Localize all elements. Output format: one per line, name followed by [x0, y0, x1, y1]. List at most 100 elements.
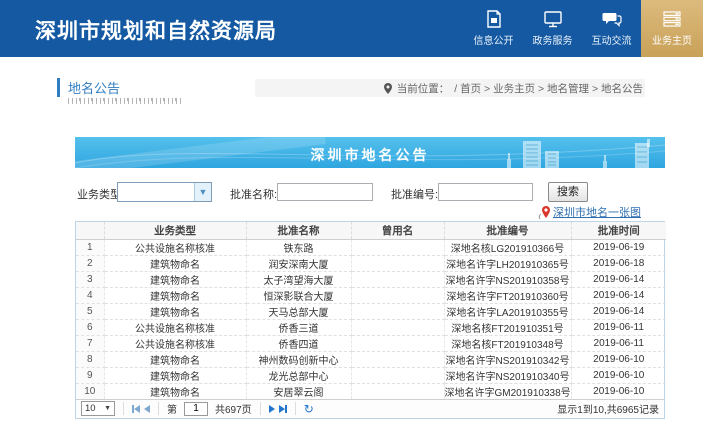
table-cell [351, 303, 444, 319]
row-index-cell: 9 [76, 367, 104, 383]
page-number-input[interactable] [184, 402, 208, 416]
table-cell [351, 271, 444, 287]
table-cell: 建筑物命名 [104, 367, 246, 383]
divider [260, 402, 261, 415]
page-size-select[interactable]: 10 ▼ [81, 401, 115, 416]
record-summary: 显示1到10,共6965记录 [557, 401, 659, 416]
first-page-button[interactable] [132, 405, 140, 413]
table-cell: 2019-06-14 [571, 287, 666, 303]
column-header[interactable]: 批准名称 [246, 222, 351, 239]
table-cell: 2019-06-14 [571, 303, 666, 319]
table-row[interactable]: 3建筑物命名太子湾望海大厦深地名许字NS201910358号2019-06-14 [76, 271, 666, 287]
prev-page-button[interactable] [144, 405, 150, 413]
column-header[interactable]: 批准编号 [444, 222, 571, 239]
table-cell: 2019-06-11 [571, 319, 666, 335]
refresh-icon[interactable]: ↻ [304, 403, 314, 415]
prev-page-icon [144, 405, 150, 413]
table-cell: 深地名许字FT201910360号 [444, 287, 571, 303]
table-cell [351, 335, 444, 351]
table-cell: 恒深影联合大厦 [246, 287, 351, 303]
last-page-button[interactable] [279, 405, 287, 413]
table-cell: 安居翠云阁 [246, 383, 351, 399]
nav-label: 业务主页 [652, 32, 692, 47]
table-cell: 深地名核LG201910366号 [444, 239, 571, 255]
table-cell [351, 287, 444, 303]
breadcrumb: 当前位置： / 首页 > 业务主页 > 地名管理 > 地名公告 [255, 79, 645, 97]
city-map-link[interactable]: 深圳市地名一张图 [538, 204, 641, 220]
table-row[interactable]: 6公共设施名称核准侨香三道深地名核FT201910351号2019-06-11 [76, 319, 666, 335]
map-pin-icon [538, 205, 552, 220]
document-icon [484, 10, 504, 28]
table-row[interactable]: 8建筑物命名神州数码创新中心深地名许字NS201910342号2019-06-1… [76, 351, 666, 367]
table-cell: 公共设施名称核准 [104, 335, 246, 351]
chat-icon [602, 10, 622, 28]
nav-label: 政务服务 [533, 32, 573, 47]
table-cell [351, 239, 444, 255]
table-cell: 2019-06-10 [571, 351, 666, 367]
breadcrumb-path[interactable]: / 首页 > 业务主页 > 地名管理 > 地名公告 [454, 81, 643, 96]
table-row[interactable]: 7公共设施名称核准侨香四道深地名核FT201910348号2019-06-11 [76, 335, 666, 351]
column-header[interactable]: 曾用名 [351, 222, 444, 239]
nav-item-business-home[interactable]: 业务主页 [641, 0, 703, 57]
section-subtitle-ticks [68, 98, 184, 104]
table-cell: 深地名许字NS201910358号 [444, 271, 571, 287]
page-prefix-label: 第 [167, 401, 177, 416]
table-cell: 深地名许字NS201910340号 [444, 367, 571, 383]
table-cell: 2019-06-19 [571, 239, 666, 255]
table-row[interactable]: 5建筑物命名天马总部大厦深地名许字LA201910355号2019-06-14 [76, 303, 666, 319]
location-pin-icon [384, 83, 392, 94]
table-cell: 2019-06-11 [571, 335, 666, 351]
approved-name-input[interactable] [277, 183, 373, 201]
table-cell: 建筑物命名 [104, 271, 246, 287]
divider [123, 402, 124, 415]
section-title: 地名公告 [57, 78, 120, 97]
header-nav: 信息公开 政务服务 互动交流 [464, 0, 703, 57]
row-index-cell: 7 [76, 335, 104, 351]
table-cell [351, 351, 444, 367]
table-cell: 公共设施名称核准 [104, 239, 246, 255]
table-cell: 深地名许字GM201910338号 [444, 383, 571, 399]
table-row[interactable]: 1公共设施名称核准铁东路深地名核LG201910366号2019-06-19 [76, 239, 666, 255]
table-cell: 2019-06-10 [571, 367, 666, 383]
top-header: 深圳市规划和自然资源局 信息公开 政务服务 互动交流 [0, 0, 703, 57]
table-cell: 铁东路 [246, 239, 351, 255]
table-row[interactable]: 4建筑物命名恒深影联合大厦深地名许字FT201910360号2019-06-14 [76, 287, 666, 303]
table-cell: 龙光总部中心 [246, 367, 351, 383]
table-row[interactable]: 2建筑物命名润安深南大厦深地名许字LH201910365号2019-06-18 [76, 255, 666, 271]
total-pages-label: 共697页 [215, 401, 252, 416]
code-filter-label: 批准编号: [391, 186, 438, 202]
name-filter-label: 批准名称: [230, 186, 277, 202]
table-cell: 侨香三道 [246, 319, 351, 335]
table-cell: 天马总部大厦 [246, 303, 351, 319]
approval-code-input[interactable] [438, 183, 533, 201]
column-header[interactable]: 批准时间 [571, 222, 666, 239]
map-link-row: 深圳市地名一张图 [75, 203, 665, 220]
nav-item-gov-services[interactable]: 政务服务 [523, 0, 582, 57]
next-page-button[interactable] [269, 405, 275, 413]
row-index-cell: 10 [76, 383, 104, 399]
content-panel: 深圳市地名公告 业务类型: ▼ 批准名称: 批准编号: 搜索 深圳市地名一张图 [75, 137, 665, 419]
table-cell: 建筑物命名 [104, 383, 246, 399]
chevron-down-icon: ▼ [104, 405, 111, 412]
table-cell: 侨香四道 [246, 335, 351, 351]
next-page-icon [269, 405, 275, 413]
banner: 深圳市地名公告 [75, 137, 665, 168]
table-cell: 2019-06-10 [571, 383, 666, 399]
pagination-bar: 10 ▼ 第 共697页 ↻ 显 [76, 399, 664, 418]
business-type-select[interactable]: ▼ [117, 182, 212, 202]
table-cell: 建筑物命名 [104, 287, 246, 303]
nav-item-info-disclosure[interactable]: 信息公开 [464, 0, 523, 57]
table-row[interactable]: 9建筑物命名龙光总部中心 深地名许字NS201910340号2019-06-10 [76, 367, 666, 383]
table-cell: 建筑物命名 [104, 255, 246, 271]
table-row[interactable]: 10建筑物命名安居翠云阁 深地名许字GM201910338号2019-06-10 [76, 383, 666, 399]
banner-title: 深圳市地名公告 [75, 145, 665, 165]
column-header[interactable] [76, 222, 104, 239]
announcement-grid: 业务类型批准名称曾用名批准编号批准时间 1公共设施名称核准铁东路深地名核LG20… [75, 221, 665, 419]
search-button[interactable]: 搜索 [548, 182, 588, 202]
column-header[interactable]: 业务类型 [104, 222, 246, 239]
row-index-cell: 5 [76, 303, 104, 319]
filter-bar: 业务类型: ▼ 批准名称: 批准编号: 搜索 [75, 181, 665, 203]
list-icon [662, 10, 682, 28]
nav-item-interaction[interactable]: 互动交流 [582, 0, 641, 57]
table-cell: 深地名许字LA201910355号 [444, 303, 571, 319]
